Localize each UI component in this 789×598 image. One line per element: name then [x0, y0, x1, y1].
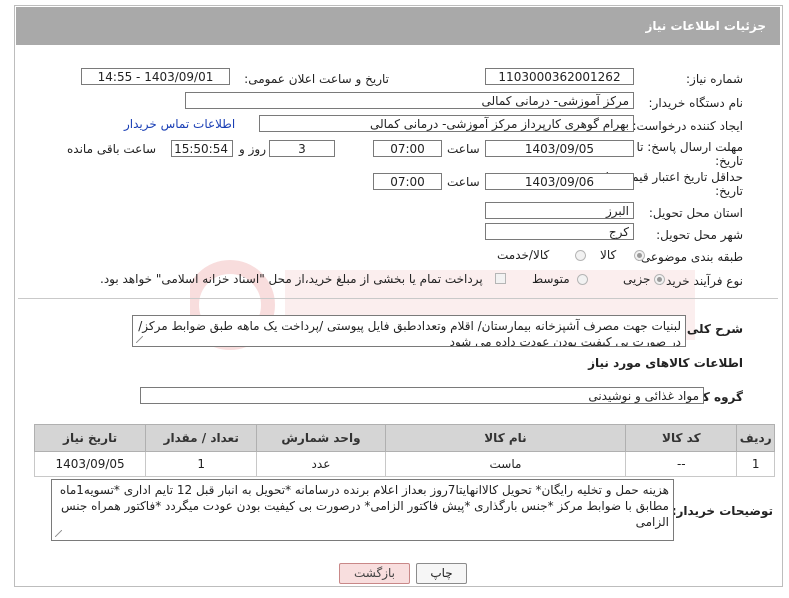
remaining-time-field: 15:50:54: [171, 140, 233, 157]
days-label: روز و: [239, 142, 266, 156]
col-index: ردیف: [736, 424, 775, 452]
deadline-time-field: 07:00: [373, 140, 442, 157]
col-date: تاریخ نیاز: [33, 424, 147, 452]
cell-name: ماست: [384, 451, 627, 477]
requester-label: ایجاد کننده درخواست:: [632, 119, 743, 133]
category-option-goods-service: کالا/خدمت: [497, 248, 550, 262]
description-textarea[interactable]: لبنیات جهت مصرف آشپزخانه بیمارستان/ اقلا…: [132, 315, 686, 347]
cell-date: 1403/09/05: [33, 451, 147, 477]
buyer-org-label: نام دستگاه خریدار:: [648, 96, 744, 110]
col-code: کد کالا: [625, 424, 738, 452]
resize-handle-icon[interactable]: [136, 336, 143, 343]
col-unit: واحد شمارش: [256, 424, 386, 452]
category-radio-goods[interactable]: [634, 250, 645, 261]
province-label: استان محل تحویل:: [648, 206, 743, 220]
goods-section-title: اطلاعات کالاهای مورد نیاز: [588, 356, 743, 370]
buyer-notes-text: هزینه حمل و تخلیه رایگان* تحویل کالاانها…: [59, 483, 669, 529]
goods-group-field: مواد غذائی و نوشیدنی: [140, 387, 704, 404]
need-number-field: 1103000362001262: [485, 68, 634, 85]
province-field: البرز: [485, 202, 634, 219]
treasury-payment-checkbox[interactable]: [495, 273, 506, 284]
process-radio-medium[interactable]: [577, 274, 588, 285]
table-header-row: ردیف کد کالا نام کالا واحد شمارش تعداد /…: [33, 424, 775, 452]
category-radio-goods-service[interactable]: [575, 250, 586, 261]
process-option-partial: جزیی: [623, 272, 651, 286]
deadline-date-label: تاریخ:: [715, 154, 743, 168]
validity-date-field: 1403/09/06: [485, 173, 634, 190]
buyer-org-field: مرکز آموزشی- درمانی کمالی: [185, 92, 634, 109]
validity-time-field: 07:00: [373, 173, 442, 190]
days-remaining-field: 3: [269, 140, 335, 157]
buyer-contact-link[interactable]: اطلاعات تماس خریدار: [124, 117, 235, 131]
buyer-notes-label: توضیحات خریدار:: [671, 504, 773, 518]
requester-field: بهرام گوهری کارپرداز مرکز آموزشی- درمانی…: [259, 115, 634, 132]
cell-qty: 1: [145, 451, 258, 477]
category-option-goods: کالا: [600, 248, 617, 262]
remaining-time-label: ساعت باقی مانده: [67, 142, 157, 156]
validity-time-label: ساعت: [447, 175, 480, 189]
print-button[interactable]: چاپ: [416, 563, 467, 584]
table-row: 1 -- ماست عدد 1 1403/09/05: [33, 451, 775, 477]
page-header: جزئیات اطلاعات نیاز: [16, 7, 780, 45]
col-name: نام کالا: [384, 424, 627, 452]
validity-date-label: تاریخ:: [715, 184, 743, 198]
page-title: جزئیات اطلاعات نیاز: [645, 19, 766, 33]
treasury-payment-note: پرداخت تمام یا بخشی از مبلغ خرید،از محل …: [100, 272, 483, 286]
deadline-date-field: 1403/09/05: [485, 140, 634, 157]
cell-unit: عدد: [256, 451, 386, 477]
deadline-time-label: ساعت: [447, 142, 480, 156]
category-label: طبقه بندی موضوعی:: [636, 250, 743, 264]
announce-datetime-field: 1403/09/01 - 14:55: [81, 68, 230, 85]
process-label: نوع فرآیند خرید :: [658, 274, 743, 288]
col-qty: تعداد / مقدار: [145, 424, 258, 452]
buyer-notes-textarea[interactable]: هزینه حمل و تخلیه رایگان* تحویل کالاانها…: [51, 479, 674, 541]
back-button[interactable]: بازگشت: [339, 563, 410, 584]
cell-code: --: [625, 451, 738, 477]
announce-label: تاریخ و ساعت اعلان عمومی:: [244, 72, 389, 86]
city-label: شهر محل تحویل:: [656, 228, 743, 242]
resize-handle-icon[interactable]: [55, 530, 62, 537]
process-option-medium: متوسط: [532, 272, 570, 286]
divider: [18, 298, 778, 299]
cell-index: 1: [736, 451, 775, 477]
need-number-label: شماره نیاز:: [686, 72, 743, 86]
description-text: لبنیات جهت مصرف آشپزخانه بیمارستان/ اقلا…: [138, 319, 681, 347]
city-field: کرج: [485, 223, 634, 240]
goods-table: ردیف کد کالا نام کالا واحد شمارش تعداد /…: [33, 424, 775, 477]
deadline-label: مهلت ارسال پاسخ: تا: [636, 140, 743, 154]
process-radio-partial[interactable]: [654, 274, 665, 285]
